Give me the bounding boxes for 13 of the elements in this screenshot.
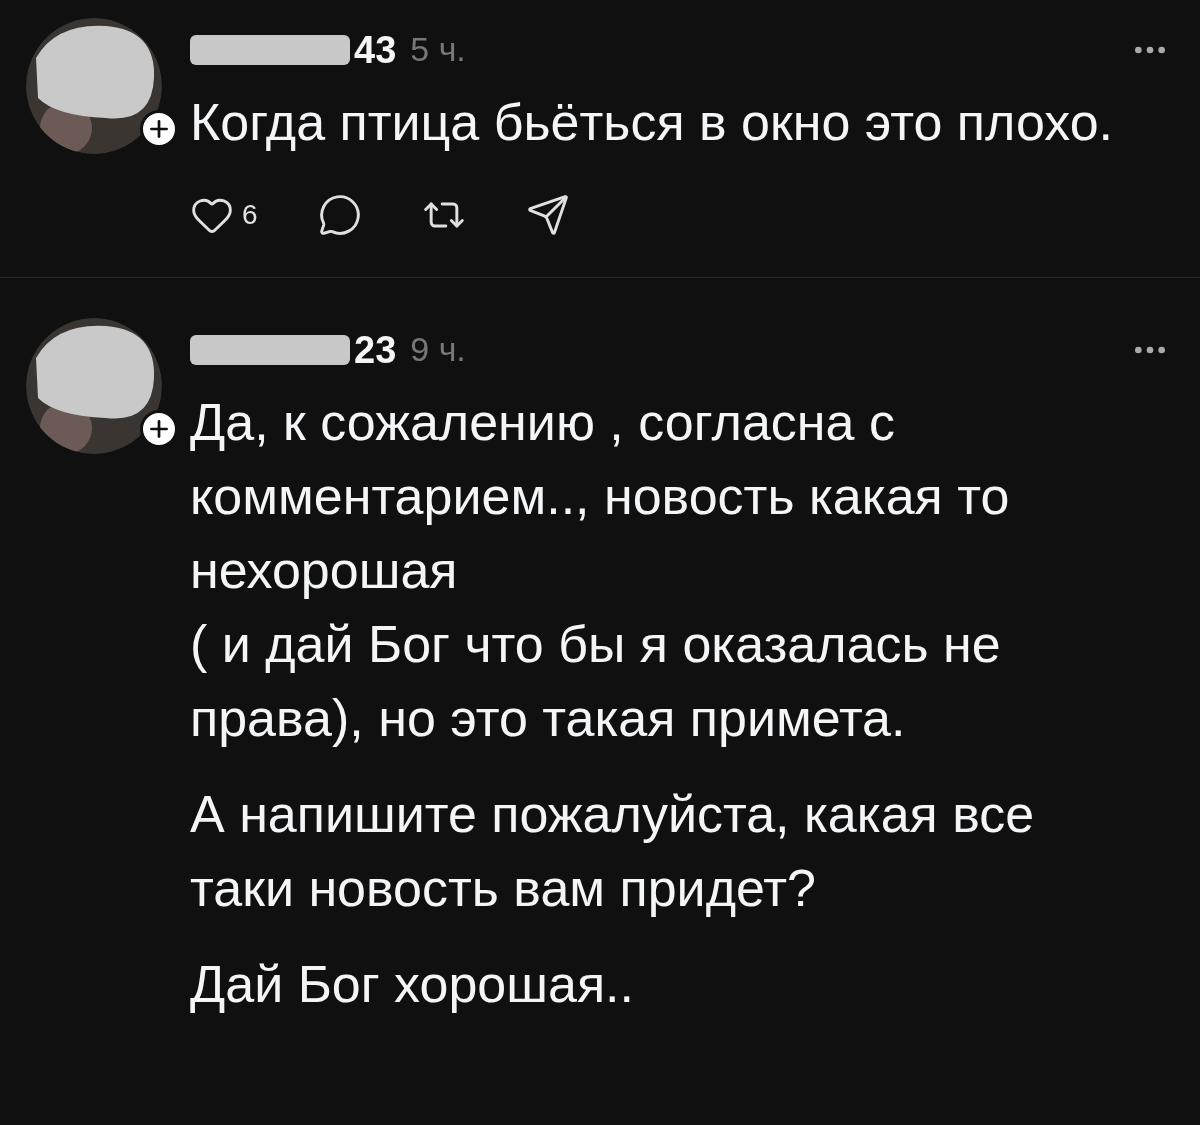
comment-icon[interactable] xyxy=(317,193,362,237)
comment-text: Когда птица бьёться в окно это плохо. xyxy=(190,92,1115,153)
avatar[interactable] xyxy=(26,18,162,154)
comment-text: А напишите пожалуйста, какая все таки новость вам придет? xyxy=(190,784,1036,919)
avatar[interactable] xyxy=(26,318,162,454)
comment-text: Да, к сожалению , согласна с комментарием.., новость какая то нехорошая ( и дай Бог что бы я оказалась не права), но это такая примета. xyxy=(190,392,1011,749)
username[interactable]: 23 xyxy=(354,325,397,374)
send-icon[interactable] xyxy=(525,193,570,237)
like-count: 6 xyxy=(242,198,258,232)
username[interactable]: 43 xyxy=(354,25,397,74)
comment-text: Дай Бог хорошая.. xyxy=(190,954,635,1015)
timestamp: 9 ч. xyxy=(410,329,466,370)
timestamp: 5 ч. xyxy=(410,29,466,70)
